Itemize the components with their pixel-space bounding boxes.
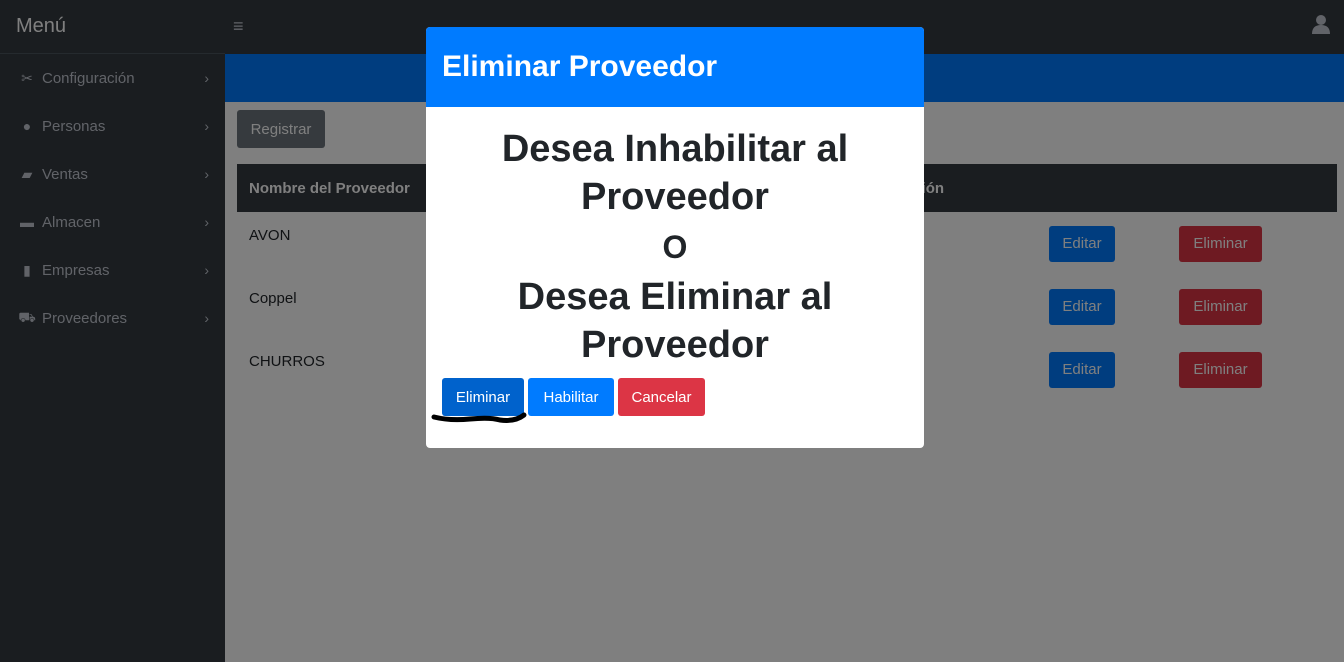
modal-question-line: Desea Eliminar al (517, 276, 833, 318)
underline-scribble (431, 412, 527, 423)
modal-question-line: Proveedor (581, 176, 769, 218)
delete-provider-modal: Eliminar Proveedor Desea Inhabilitar al … (426, 27, 924, 448)
modal-question-line: Proveedor (581, 324, 769, 366)
modal-or-text: O (662, 229, 688, 265)
modal-enable-button[interactable]: Habilitar (528, 378, 614, 416)
modal-title: Eliminar Proveedor (426, 27, 924, 107)
modal-body: Desea Inhabilitar al Proveedor O Desea E… (426, 107, 924, 369)
modal-question-line: Desea Inhabilitar al (501, 128, 849, 170)
modal-cancel-button[interactable]: Cancelar (618, 378, 705, 416)
